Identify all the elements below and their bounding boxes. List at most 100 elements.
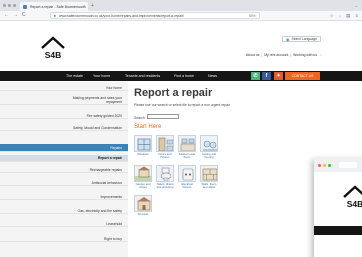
nav-item-find-a-home[interactable]: Find a home (174, 71, 194, 81)
contact-us-button[interactable]: CONTACT US (285, 72, 320, 80)
divider: | (290, 53, 292, 57)
sidebar-item-improvements[interactable]: Improvements (0, 195, 128, 201)
window-controls[interactable] (3, 4, 16, 7)
address-bar: ← → C ● www.safebournemouth.co.uk/your-h… (0, 11, 362, 21)
s4b-logo[interactable]: S4B (40, 35, 66, 61)
zoom-level[interactable]: 80% (249, 14, 256, 18)
tab-title: Report a repair - Safe Bournemouth (30, 4, 86, 9)
secondary-browser-window[interactable]: S4B (314, 158, 362, 257)
twitter-icon[interactable]: ✦ (274, 72, 283, 80)
forward-button[interactable]: → (13, 13, 18, 18)
tile-electrical[interactable]: Electrical fixtures (178, 165, 196, 189)
tile-doors[interactable]: Doors and fixtures (156, 135, 174, 159)
link-about-us[interactable]: About us (246, 53, 259, 57)
tile-all-areas[interactable]: All areas (134, 195, 152, 216)
door-icon (156, 135, 174, 152)
utility-links: About us | My rent account | Working wit… (246, 53, 322, 57)
main-content: Report a repair Please use our search or… (134, 82, 314, 257)
nav-item-tenants[interactable]: Tenants and residents (125, 71, 160, 81)
intro-text: Please use our search or select tile to … (134, 103, 231, 107)
sidebar-item-repairs[interactable]: Repairs (0, 144, 128, 152)
site-header: S4B ◉ Select Language About us | My rent… (0, 21, 362, 71)
windows-icon (134, 135, 152, 152)
close-window-icon[interactable] (318, 163, 321, 167)
bookmark-icon[interactable]: ☆ (330, 13, 334, 19)
lock-icon: ● (53, 13, 57, 18)
language-flag-icon: ◉ (286, 36, 290, 42)
maximize-window-icon[interactable] (328, 163, 331, 167)
secondary-nav-bar (314, 226, 362, 235)
link-my-rent-account[interactable]: My rent account (264, 53, 288, 57)
nav-item-your-home[interactable]: Your home (93, 71, 110, 81)
sidebar-item-payments[interactable]: Making payments and rates your repayment (0, 96, 128, 106)
new-tab-button[interactable]: + (91, 3, 94, 9)
downloads-icon[interactable]: ↓ (339, 13, 341, 19)
secondary-tab-strip (314, 158, 362, 172)
tile-label: All areas (137, 212, 149, 216)
search-label: Search (134, 116, 145, 120)
toolbar-icons: ☆ ↓ ▤ ≡ (330, 13, 358, 19)
tile-label: Garden and drives (135, 182, 151, 190)
tile-kitchens[interactable]: Kitchens and floors (178, 135, 196, 159)
tile-toilets[interactable]: Toilets, drains and plumbing (156, 165, 174, 189)
language-select[interactable]: ◉ Select Language (282, 36, 321, 42)
sidebar-item-damp-mould[interactable]: Safety, Mould and Condensation (0, 126, 128, 132)
sidebar-item-gas-electricity[interactable]: Gas, electricity and fire safety (0, 209, 128, 215)
sidebar: Your home Making payments and rates your… (0, 82, 128, 257)
tile-ceiling[interactable]: Ceiling and flooring (200, 135, 218, 159)
tile-label: Toilets, drains and plumbing (156, 182, 174, 190)
page-title: Report a repair (134, 87, 213, 99)
electrical-icon (178, 165, 196, 182)
tile-label: Windows (137, 152, 149, 156)
nav-item-news[interactable]: News (208, 71, 217, 81)
toilet-icon (156, 165, 174, 182)
tile-label: Ceiling and flooring (202, 152, 216, 160)
tile-label: Doors and fixtures (158, 152, 172, 160)
main-nav: The estate Your home Tenants and residen… (0, 71, 362, 81)
sidebar-item-your-home[interactable]: Your home (0, 86, 128, 92)
facebook-icon[interactable]: f (262, 72, 271, 80)
sidebar-item-report-a-repair[interactable]: Report a repair (0, 155, 128, 162)
tab-strip-controls: ⌄ (355, 3, 358, 8)
nav-item-the-estate[interactable]: The estate (66, 71, 83, 81)
sidebar-item-fire-safety[interactable]: Fire safety guided 2020 (0, 114, 128, 120)
tile-garden[interactable]: Garden and drives (134, 165, 152, 189)
tile-label: Kitchens and floors (178, 152, 196, 160)
sidebar-item-right-to-buy[interactable]: Right to buy (0, 237, 128, 243)
kitchen-icon (178, 135, 196, 152)
reload-button[interactable]: C (22, 13, 26, 18)
sidebar-item-antisocial-behaviour[interactable]: Antisocial behaviour (0, 181, 128, 187)
url-text: www.safebournemouth.co.uk/your-home/repa… (59, 13, 184, 18)
menu-icon[interactable]: ≡ (355, 13, 358, 19)
divider: | (261, 53, 263, 57)
sidebar-item-rechargeable-repairs[interactable]: Rechargeable repairs (0, 168, 128, 174)
extensions-icon[interactable]: ▤ (346, 13, 350, 19)
link-working-with-us[interactable]: Working with us (293, 53, 317, 57)
walls-icon (200, 165, 218, 182)
browser-tab[interactable]: Report a repair - Safe Bournemouth × (20, 2, 88, 11)
whatsapp-icon[interactable]: ✆ (251, 72, 260, 80)
minimize-window-icon[interactable] (323, 163, 326, 167)
tile-windows[interactable]: Windows (134, 135, 152, 156)
logo-text: S4B (45, 50, 62, 60)
language-label: Select Language (291, 37, 317, 41)
start-here-heading: Start Here (134, 124, 162, 130)
tab-list-icon[interactable]: ⌄ (355, 3, 358, 8)
sidebar-item-leasehold[interactable]: Leasehold (0, 222, 128, 228)
tile-label: Electrical fixtures (181, 182, 193, 190)
secondary-tab[interactable] (339, 162, 357, 168)
browser-window: Report a repair - Safe Bournemouth × + ⌄… (0, 0, 362, 257)
tile-walls[interactable]: Walls, floors and stairs (200, 165, 218, 189)
ceiling-icon (200, 135, 218, 152)
back-button[interactable]: ← (4, 13, 9, 18)
url-field[interactable]: ● www.safebournemouth.co.uk/your-home/re… (49, 12, 260, 19)
search-input[interactable] (147, 114, 179, 119)
site-favicon-icon (23, 4, 27, 9)
logo-text: S4B (347, 199, 362, 209)
garden-icon (134, 165, 152, 182)
all-areas-icon (134, 195, 152, 212)
tile-label: Walls, floors and stairs (201, 182, 217, 190)
tab-strip: Report a repair - Safe Bournemouth × + ⌄ (0, 0, 362, 11)
search-icon[interactable]: ⌕ (320, 53, 322, 57)
s4b-logo: S4B (343, 185, 362, 209)
